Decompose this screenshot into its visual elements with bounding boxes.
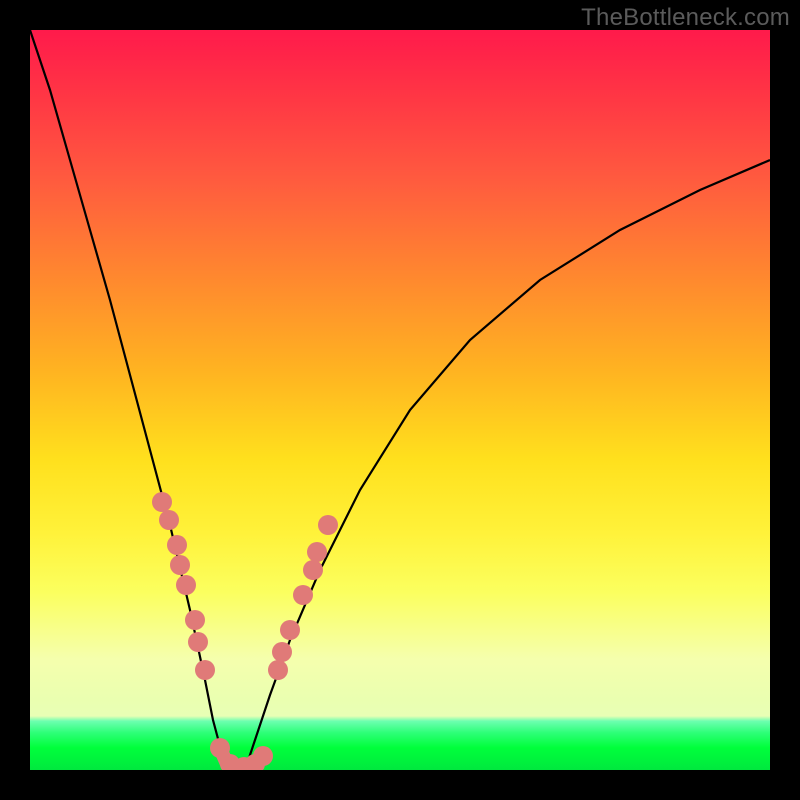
data-point bbox=[152, 492, 172, 512]
data-point bbox=[253, 746, 273, 766]
plot-area bbox=[30, 30, 770, 770]
data-point bbox=[272, 642, 292, 662]
left-curve bbox=[30, 30, 230, 770]
data-point bbox=[176, 575, 196, 595]
data-point bbox=[307, 542, 327, 562]
data-point bbox=[159, 510, 179, 530]
data-point bbox=[303, 560, 323, 580]
data-point bbox=[167, 535, 187, 555]
data-point bbox=[185, 610, 205, 630]
data-point bbox=[268, 660, 288, 680]
data-point bbox=[293, 585, 313, 605]
watermark-text: TheBottleneck.com bbox=[581, 4, 790, 32]
right-curve bbox=[245, 160, 770, 770]
outer-frame: TheBottleneck.com bbox=[0, 0, 800, 800]
data-point bbox=[188, 632, 208, 652]
dot-layer bbox=[152, 492, 338, 770]
chart-svg bbox=[30, 30, 770, 770]
data-point bbox=[280, 620, 300, 640]
data-point bbox=[318, 515, 338, 535]
curve-layer bbox=[30, 30, 770, 770]
data-point bbox=[195, 660, 215, 680]
data-point bbox=[170, 555, 190, 575]
